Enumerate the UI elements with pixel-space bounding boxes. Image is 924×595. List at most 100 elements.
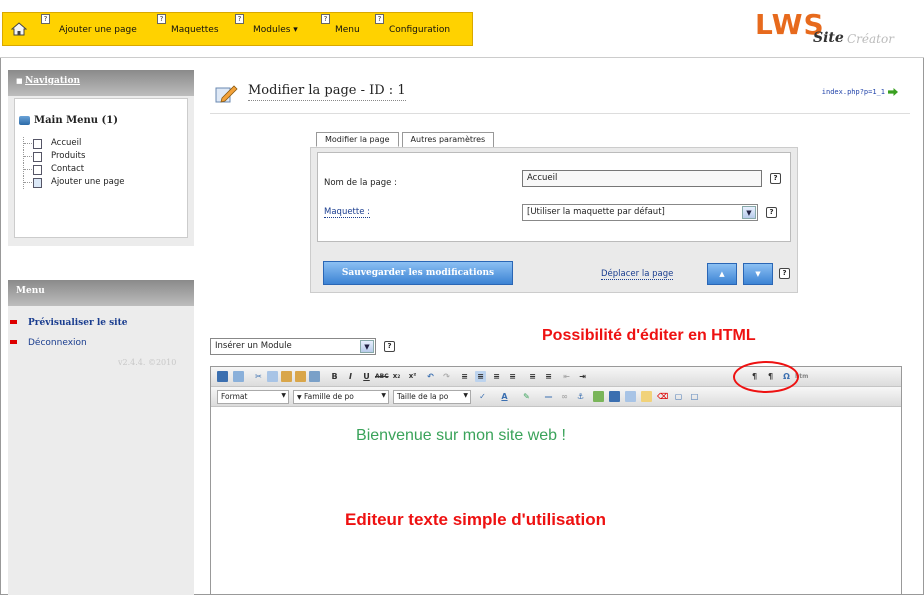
move-up-button[interactable]: ▲ xyxy=(707,263,737,285)
tree-item-accueil[interactable]: Accueil xyxy=(23,137,124,150)
menu-panel: Menu Prévisualiser le site Déconnexion v… xyxy=(8,280,194,595)
help-icon[interactable]: ? xyxy=(779,268,790,279)
horizontal-rule-icon[interactable]: — xyxy=(543,391,554,402)
menu-header-label: Menu xyxy=(16,286,45,296)
template-icon[interactable] xyxy=(641,391,652,402)
help-icon[interactable]: ? xyxy=(235,14,244,24)
page-name-input[interactable]: Accueil xyxy=(522,170,762,187)
move-down-button[interactable]: ▼ xyxy=(743,263,773,285)
rich-text-editor: ✂ B I U ABC x₂ x² ↶ ↷ ≡ ≡ ≡ ≡ ≡ ≡ ⇤ ⇥ ¶ … xyxy=(210,366,902,595)
font-size-value: Taille de la po xyxy=(397,392,449,401)
font-family-select[interactable]: ▼ Famille de po ▼ xyxy=(293,390,389,404)
editor-toolbar-2: Format ▼ ▼ Famille de po ▼ Taille de la po… xyxy=(211,387,901,407)
cut-icon[interactable]: ✂ xyxy=(253,371,264,382)
help-editor-icon[interactable]: □ xyxy=(689,391,700,402)
media-icon[interactable] xyxy=(609,391,620,402)
new-doc-icon[interactable] xyxy=(233,371,244,382)
add-page-icon xyxy=(33,178,42,188)
indent-icon[interactable]: ⇥ xyxy=(577,371,588,382)
page-name-label: Nom de la page : xyxy=(324,178,397,188)
tab-modifier-page[interactable]: Modifier la page xyxy=(316,132,399,147)
format-select-value: Format xyxy=(221,392,248,401)
image-icon[interactable] xyxy=(593,391,604,402)
help-icon[interactable]: ? xyxy=(41,14,50,24)
align-right-icon[interactable]: ≡ xyxy=(491,371,502,382)
subscript-icon[interactable]: x₂ xyxy=(391,371,402,382)
numbered-list-icon[interactable]: ≡ xyxy=(543,371,554,382)
bullet-icon xyxy=(10,320,17,324)
outdent-icon[interactable]: ⇤ xyxy=(561,371,572,382)
bullet-icon xyxy=(10,340,17,344)
navigation-link[interactable]: Navigation xyxy=(25,76,80,86)
page-url[interactable]: index.php?p=1_1 xyxy=(822,88,898,96)
help-icon[interactable]: ? xyxy=(157,14,166,24)
align-justify-icon[interactable]: ≡ xyxy=(507,371,518,382)
align-center-icon[interactable]: ≡ xyxy=(475,371,486,382)
nav-ajouter-page[interactable]: ? Ajouter une page xyxy=(41,13,137,47)
home-icon[interactable] xyxy=(7,19,31,39)
help-icon[interactable]: ? xyxy=(321,14,330,24)
page-form: Nom de la page : Accueil ? Maquette : [U… xyxy=(310,147,798,293)
cleanup-icon[interactable]: ⌫ xyxy=(657,391,668,402)
table-icon[interactable] xyxy=(625,391,636,402)
version-text: v2.4.4. ©2010 xyxy=(118,358,177,367)
paste-text-icon[interactable] xyxy=(295,371,306,382)
tree-item-label: Contact xyxy=(51,164,85,174)
main-menu-box: Main Menu (1) Accueil Produits Contact A… xyxy=(14,98,188,238)
menu-item-logout[interactable]: Déconnexion xyxy=(8,336,194,356)
menu-item-preview[interactable]: Prévisualiser le site xyxy=(8,316,194,336)
annotation-html: Possibilité d'éditer en HTML xyxy=(542,327,756,344)
insert-module-value: Insérer un Module xyxy=(215,341,292,351)
nav-configuration[interactable]: ? Configuration xyxy=(375,13,450,47)
bullet-list-icon[interactable]: ≡ xyxy=(527,371,538,382)
editor-content-area[interactable]: Bienvenue sur mon site web ! xyxy=(211,408,901,594)
nav-modules[interactable]: ? Modules ▾ xyxy=(235,13,298,47)
save-icon[interactable] xyxy=(217,371,228,382)
strikethrough-icon[interactable]: ABC xyxy=(375,371,389,382)
main-menu-label: Main Menu (1) xyxy=(34,115,118,126)
undo-icon[interactable]: ↶ xyxy=(425,371,436,382)
underline-icon[interactable]: U xyxy=(361,371,372,382)
tree-item-ajouter[interactable]: Ajouter une page xyxy=(23,176,124,189)
help-icon[interactable]: ? xyxy=(770,173,781,184)
help-icon[interactable]: ? xyxy=(384,341,395,352)
anchor-icon[interactable]: ⚓ xyxy=(575,391,586,402)
highlight-color-icon[interactable]: ✎ xyxy=(521,391,532,402)
font-size-select[interactable]: Taille de la po ▼ xyxy=(393,390,471,404)
align-left-icon[interactable]: ≡ xyxy=(459,371,470,382)
move-page-link[interactable]: Déplacer la page xyxy=(601,269,674,280)
insert-module-select[interactable]: Insérer un Module ▼ xyxy=(210,338,376,355)
top-nav: ? Ajouter une page ? Maquettes ? Modules… xyxy=(2,12,473,46)
nav-menu[interactable]: ? Menu xyxy=(321,13,360,47)
text-color-icon[interactable]: A xyxy=(499,391,510,402)
arrow-right-icon xyxy=(888,88,898,96)
form-fields: Nom de la page : Accueil ? Maquette : [U… xyxy=(317,152,791,242)
maquette-select[interactable]: [Utiliser la maquette par défaut] ▼ xyxy=(522,204,758,221)
save-button[interactable]: Sauvegarder les modifications xyxy=(323,261,513,285)
page-header: Modifier la page - ID : 1 index.php?p=1_… xyxy=(210,78,910,114)
help-icon[interactable]: ? xyxy=(375,14,384,24)
redo-icon[interactable]: ↷ xyxy=(441,371,452,382)
nav-maquettes[interactable]: ? Maquettes xyxy=(157,13,219,47)
help-icon[interactable]: ? xyxy=(766,207,777,218)
edit-page-icon xyxy=(215,85,238,103)
nav-label: Maquettes xyxy=(171,25,219,35)
maquette-select-value: [Utiliser la maquette par défaut] xyxy=(527,207,665,217)
superscript-icon[interactable]: x² xyxy=(407,371,418,382)
fullscreen-icon[interactable]: ▢ xyxy=(673,391,684,402)
paste-icon[interactable] xyxy=(281,371,292,382)
copy-icon[interactable] xyxy=(267,371,278,382)
paste-word-icon[interactable] xyxy=(309,371,320,382)
tab-autres-parametres[interactable]: Autres paramètres xyxy=(401,132,495,147)
chevron-down-icon: ▼ xyxy=(360,340,374,353)
italic-icon[interactable]: I xyxy=(345,371,356,382)
tree-item-produits[interactable]: Produits xyxy=(23,150,124,163)
tree-item-contact[interactable]: Contact xyxy=(23,163,124,176)
format-select[interactable]: Format ▼ xyxy=(217,390,289,404)
font-family-value: Famille de po xyxy=(304,392,354,401)
bold-icon[interactable]: B xyxy=(329,371,340,382)
spellcheck-icon[interactable]: ✓ xyxy=(477,391,488,402)
menu-header: Menu xyxy=(8,280,194,306)
maquette-link[interactable]: Maquette : xyxy=(324,207,371,218)
unlink-icon[interactable]: ∞ xyxy=(559,391,570,402)
